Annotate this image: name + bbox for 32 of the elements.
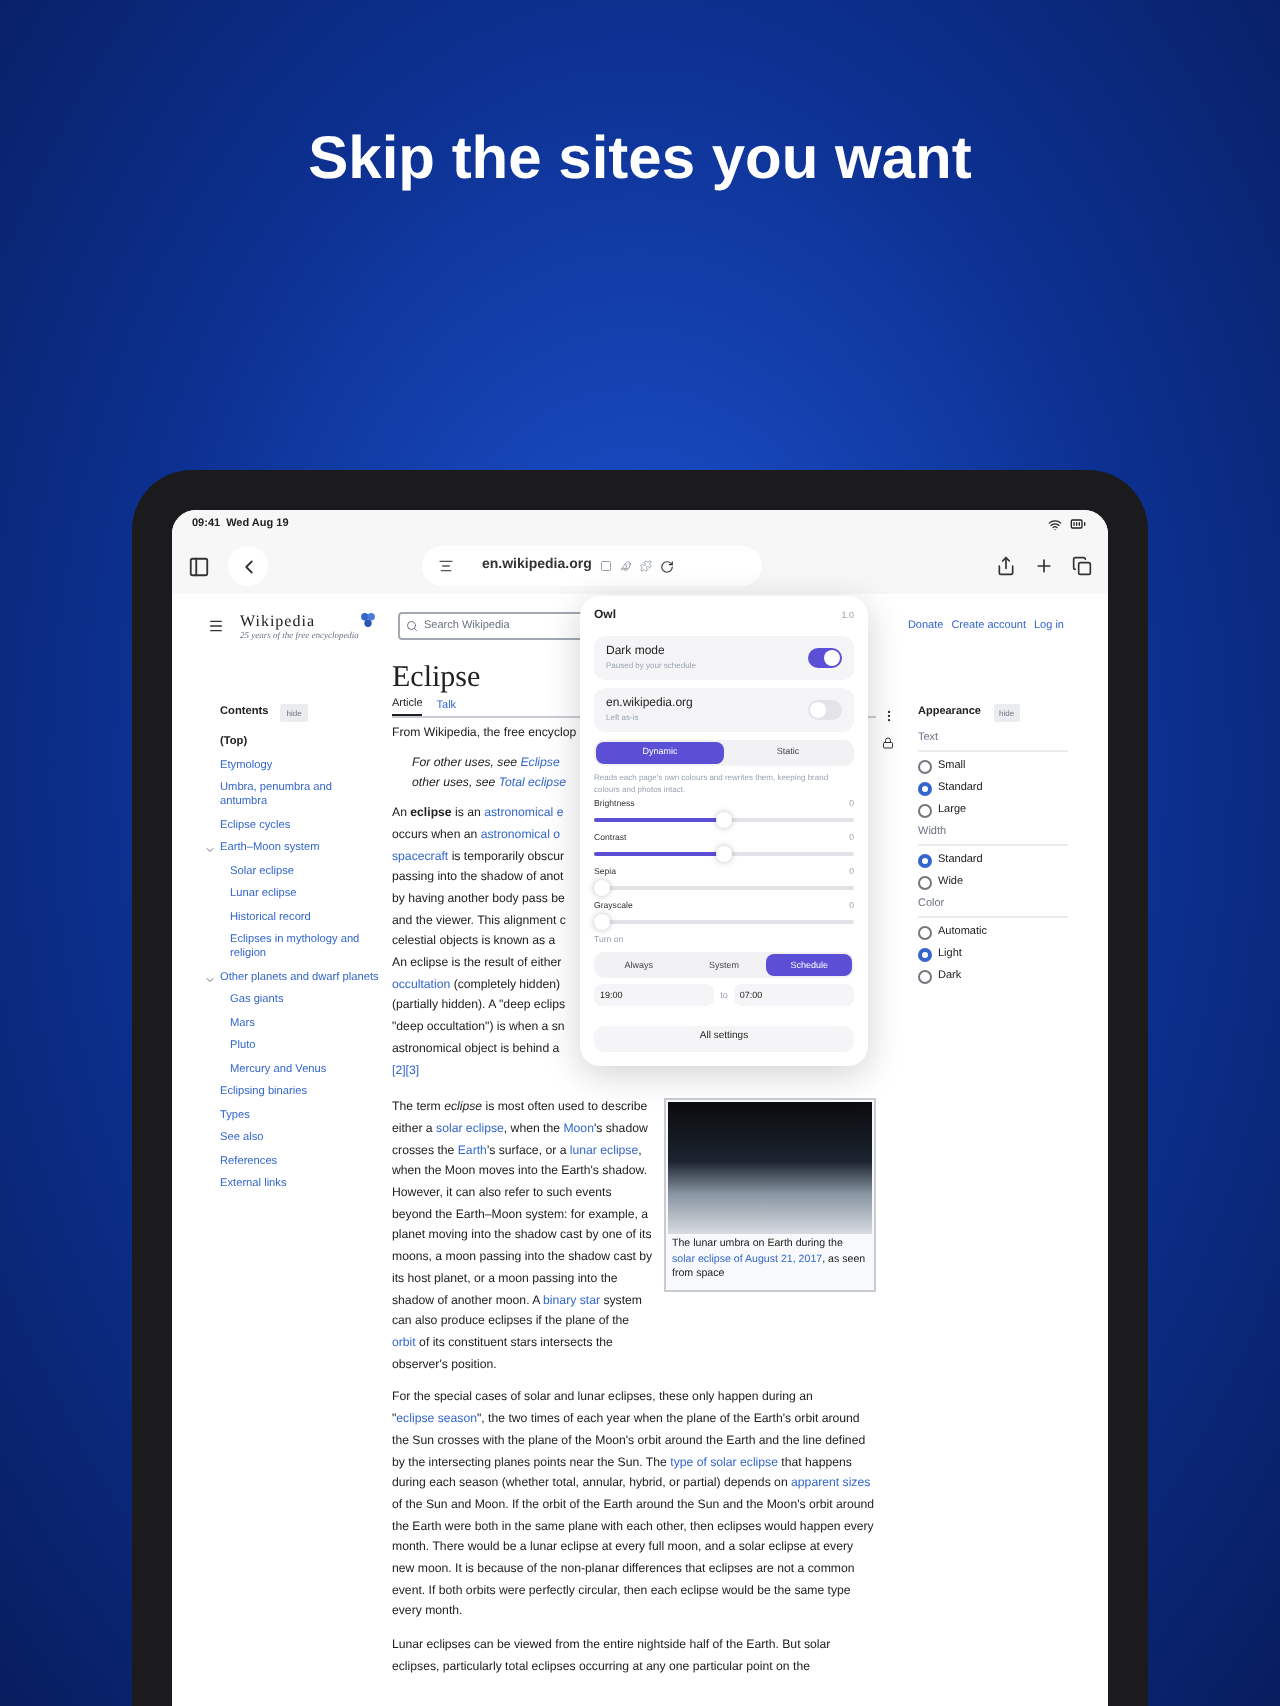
slider-thumb[interactable] bbox=[716, 812, 732, 828]
slider-thumb[interactable] bbox=[594, 880, 610, 896]
square-icon[interactable] bbox=[599, 560, 612, 572]
search-icon bbox=[406, 620, 418, 632]
menu-icon[interactable] bbox=[208, 618, 224, 634]
radio-button[interactable] bbox=[918, 782, 932, 796]
bird-icon[interactable] bbox=[619, 560, 632, 572]
headline: Skip the sites you want bbox=[308, 124, 972, 196]
slider-thumb[interactable] bbox=[716, 846, 732, 862]
radio-button[interactable] bbox=[918, 876, 932, 890]
back-button[interactable] bbox=[228, 546, 268, 586]
page-menu-icon[interactable] bbox=[438, 558, 454, 574]
toggle-switch[interactable] bbox=[808, 648, 842, 668]
radio-button[interactable] bbox=[918, 926, 932, 940]
wifi-icon bbox=[1048, 517, 1062, 531]
wordmark: Wikipedia bbox=[240, 612, 317, 630]
radio-button[interactable] bbox=[918, 854, 932, 868]
lock-icon[interactable] bbox=[882, 736, 894, 750]
sidebar-icon[interactable] bbox=[188, 555, 210, 577]
article-title: Eclipse bbox=[392, 660, 481, 696]
radio-button[interactable] bbox=[918, 760, 932, 774]
reload-icon[interactable] bbox=[659, 559, 674, 573]
puzzle-globe-icon bbox=[360, 612, 377, 628]
radio-button[interactable] bbox=[918, 948, 932, 962]
slider-thumb[interactable] bbox=[594, 914, 610, 930]
tabs-icon[interactable] bbox=[1072, 556, 1092, 576]
battery-icon bbox=[1068, 516, 1088, 532]
radio-button[interactable] bbox=[918, 970, 932, 984]
radio-button[interactable] bbox=[918, 804, 932, 818]
share-icon[interactable] bbox=[996, 556, 1016, 576]
toggle-switch[interactable] bbox=[808, 700, 842, 720]
plus-icon[interactable] bbox=[1034, 556, 1054, 576]
